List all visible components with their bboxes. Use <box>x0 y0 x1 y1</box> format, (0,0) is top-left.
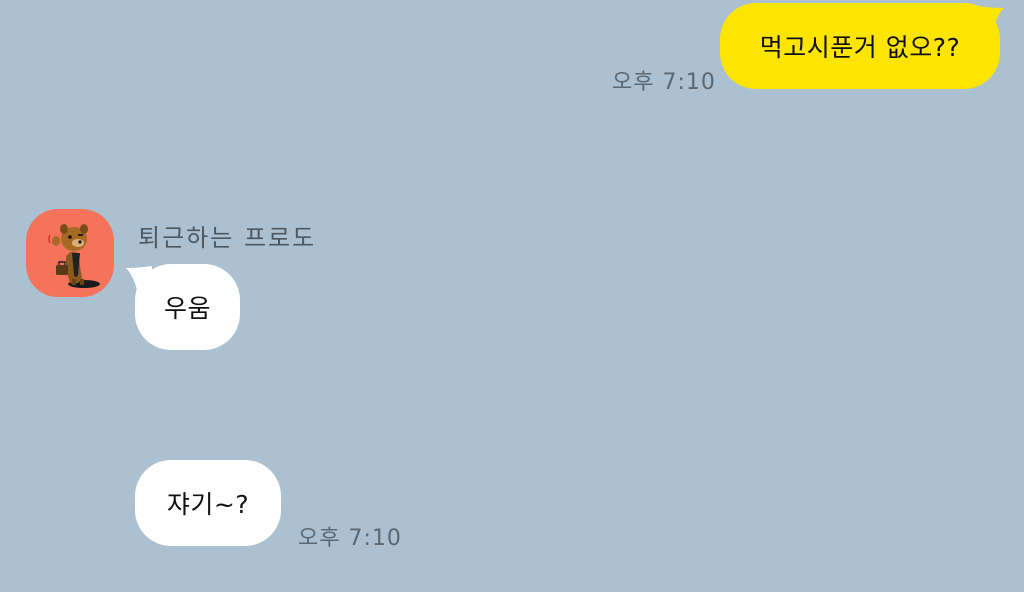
sender-avatar[interactable] <box>26 209 114 297</box>
incoming-message-bubble[interactable]: 쟈기~? <box>135 460 281 546</box>
outgoing-message-bubble[interactable]: 먹고시푼거 없오?? <box>720 3 1000 89</box>
incoming-message-time: 오후 7:10 <box>298 526 402 551</box>
chat-room: 먹고시푼거 없오?? 오후 7:10 퇴근하는 프로도 우움 쟈기~? 오후 7… <box>0 0 1024 592</box>
incoming-message-bubble[interactable]: 우움 <box>135 264 240 350</box>
outgoing-message-time: 오후 7:10 <box>612 70 716 95</box>
incoming-message-text: 쟈기~? <box>166 490 250 519</box>
incoming-message-text: 우움 <box>163 294 211 323</box>
outgoing-bubble-tail <box>978 6 1004 34</box>
sender-name: 퇴근하는 프로도 <box>138 224 317 252</box>
outgoing-message-text: 먹고시푼거 없오?? <box>759 33 961 62</box>
frodo-dog-avatar-icon <box>48 224 100 288</box>
